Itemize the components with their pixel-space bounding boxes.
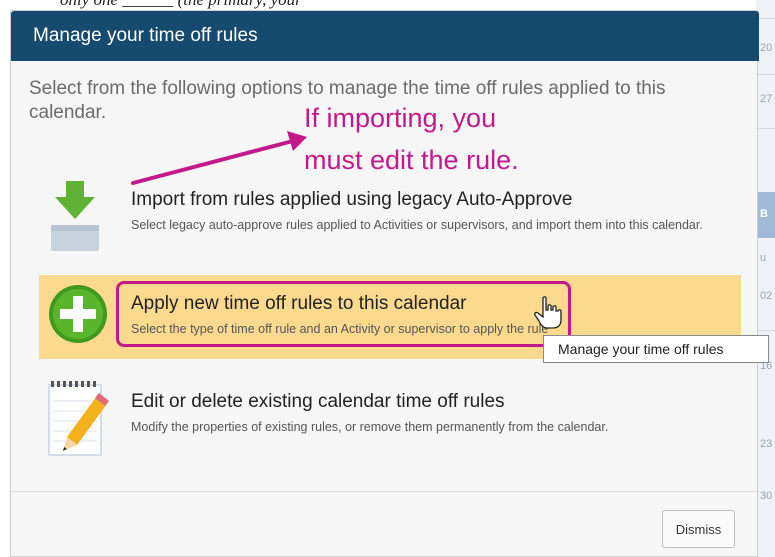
time-off-rules-dialog: Manage your time off rules Select from t…	[10, 10, 769, 557]
annotation-highlight-box	[116, 281, 571, 347]
option-import-legacy[interactable]: Import from rules applied using legacy A…	[39, 181, 739, 261]
add-circle-icon	[47, 283, 109, 345]
download-icon	[47, 181, 103, 253]
option-title: Import from rules applied using legacy A…	[131, 189, 573, 210]
calendar-weekday: u	[760, 252, 767, 264]
option-description: Select legacy auto-approve rules applied…	[131, 218, 703, 232]
calendar-gridline	[756, 74, 775, 75]
calendar-day: 02	[760, 290, 773, 302]
hand-cursor-icon	[534, 296, 562, 330]
calendar-month-letter: B	[760, 208, 768, 220]
option-description: Modify the properties of existing rules,…	[131, 420, 609, 434]
cropped-caption: only one ______ (the primary, your	[0, 0, 775, 10]
calendar-gridline	[756, 128, 775, 129]
background-calendar: 20 27 B u 02 16 23 30	[756, 0, 775, 557]
dialog-header: Manage your time off rules	[11, 11, 759, 61]
annotation-text-line2: must edit the rule.	[304, 145, 519, 175]
tooltip: Manage your time off rules	[543, 335, 769, 363]
dialog-title: Manage your time off rules	[33, 25, 258, 46]
annotation-text-line1: If importing, you	[304, 103, 497, 133]
calendar-day: 27	[760, 93, 773, 105]
calendar-day: 20	[760, 42, 773, 54]
cropped-caption-text: only one ______ (the primary, your	[60, 0, 302, 10]
annotation-arrow-icon	[129, 129, 311, 189]
calendar-day: 23	[760, 438, 773, 450]
calendar-gridline	[756, 330, 775, 331]
dialog-footer-divider	[11, 491, 759, 492]
option-title: Edit or delete existing calendar time of…	[131, 391, 505, 412]
notepad-pencil-icon	[43, 379, 113, 459]
dismiss-button[interactable]: Dismiss	[662, 510, 735, 548]
option-edit-delete-rules[interactable]: Edit or delete existing calendar time of…	[39, 379, 739, 459]
calendar-day: 30	[760, 490, 773, 502]
